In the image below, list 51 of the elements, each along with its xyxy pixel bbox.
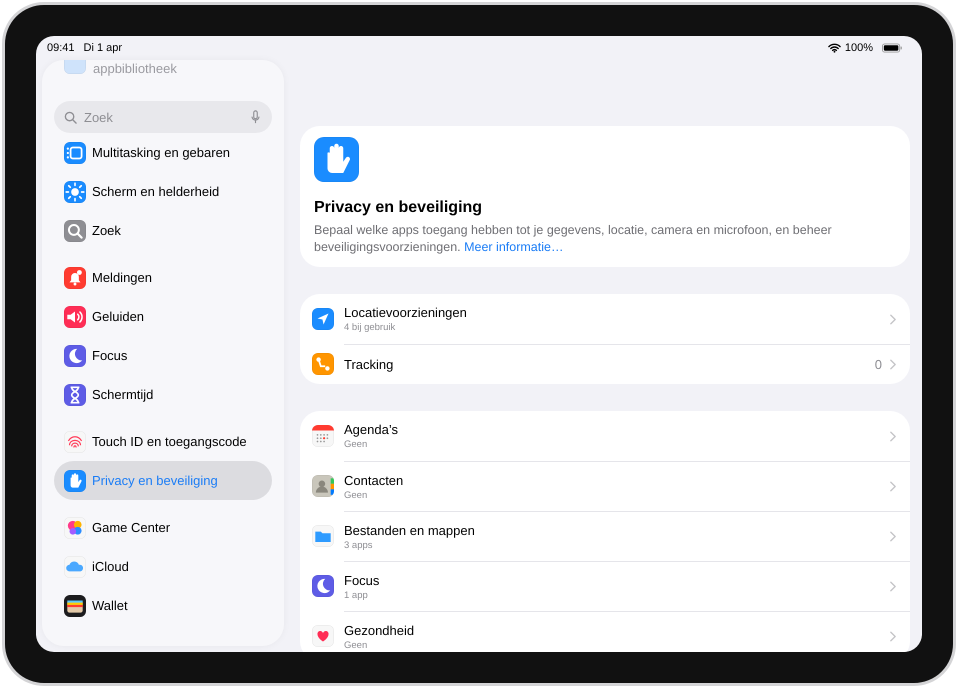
row-detail: Geen [344, 640, 368, 650]
row-label: Contacten [344, 472, 404, 488]
sidebar-item[interactable]: iCloud [54, 547, 272, 586]
sidebar-item[interactable]: Scherm en helderheid [54, 172, 272, 211]
microphone-icon[interactable] [251, 110, 260, 124]
sidebar-item[interactable]: Multitasking en gebaren [54, 133, 272, 172]
row-detail: Geen [344, 490, 368, 500]
page-description: Bepaal welke apps toegang hebben tot je gegevens, locatie, camera en microfoon, en beheer beveiligingsvoorzieningen. Meer informatie… [314, 222, 833, 256]
status-time: 09:41 [47, 42, 75, 54]
chevron-icon [890, 531, 896, 542]
battery-percentage: 100% [844, 42, 873, 54]
settings-row[interactable]: Bestanden en mappen 3 apps [312, 511, 910, 561]
sidebar-item[interactable]: Zoek [54, 211, 272, 250]
search-icon [64, 110, 77, 124]
row-detail: 3 apps [344, 540, 374, 550]
settings-row[interactable]: Contacten Geen [312, 461, 910, 511]
settings-row[interactable]: Agenda’s Geen [312, 411, 910, 461]
settings-row[interactable]: Focus 1 app [312, 561, 910, 611]
chevron-icon [890, 359, 896, 370]
row-label: Focus [344, 572, 380, 588]
search-field[interactable]: Zoek [54, 101, 272, 133]
chevron-icon [890, 631, 896, 642]
row-label: Locatievoorzieningen [344, 305, 468, 320]
sidebar-item[interactable]: Schermtijd [54, 375, 272, 414]
settings-row[interactable]: Gezondheid Geen [312, 611, 910, 652]
sidebar-item-label: appbibliotheek [93, 61, 177, 76]
settings-row[interactable]: Tracking 0 [312, 344, 910, 384]
sidebar-item[interactable]: Wallet [54, 586, 272, 625]
sidebar-item[interactable]: Touch ID en toegangscode [54, 422, 272, 461]
chevron-icon [890, 430, 896, 442]
row-label: Agenda’s [344, 422, 399, 437]
settings-row[interactable]: Locatievoorzieningen 4 bij gebruik [312, 294, 910, 344]
row-detail: 1 app [344, 590, 369, 600]
row-value: 0 [874, 357, 882, 372]
row-label: Bestanden en mappen [344, 522, 476, 538]
more-info-link[interactable]: Meer informatie… [464, 240, 564, 254]
sidebar-item[interactable]: Game Center [54, 508, 272, 547]
row-detail: 4 bij gebruik [344, 322, 396, 333]
row-label: Tracking [344, 357, 394, 372]
page-title: Privacy en beveiliging [314, 199, 484, 217]
chevron-icon [890, 581, 896, 592]
row-label: Gezondheid [344, 622, 416, 638]
status-date: Di 1 apr [84, 42, 122, 54]
sidebar-item[interactable]: Geluiden [54, 297, 272, 336]
wifi-icon [828, 43, 841, 53]
battery-icon [882, 43, 902, 53]
sidebar-item[interactable]: Meldingen [54, 258, 272, 297]
chevron-icon [890, 314, 896, 324]
row-detail: Geen [344, 439, 368, 450]
chevron-icon [890, 481, 896, 492]
sidebar-item[interactable]: Focus [54, 336, 272, 375]
